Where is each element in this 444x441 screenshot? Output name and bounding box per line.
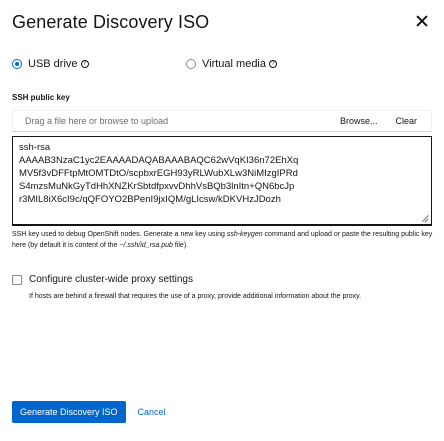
browse-button[interactable]: Browse...: [331, 116, 387, 126]
modal-footer: Generate Discovery ISO Cancel: [12, 401, 166, 423]
key-line: ssh-rsa: [19, 142, 51, 153]
clear-button[interactable]: Clear: [386, 116, 431, 126]
helper-text-part: file).: [172, 242, 189, 249]
key-line: MV5f3vDFFtpMtOMTDtO/scpbxrEGH93yRLWubXLw…: [19, 168, 298, 179]
proxy-checkbox-label: Configure cluster-wide proxy settings: [29, 274, 193, 285]
usb-drive-label: USB drive: [28, 58, 78, 70]
proxy-description: If hosts are behind a firewall that requ…: [29, 293, 362, 300]
helper-text-part: SSH key used to debug OpenShift nodes. G…: [12, 231, 227, 238]
virtual-media-label: Virtual media: [202, 58, 266, 70]
help-icon[interactable]: ?: [269, 60, 277, 68]
usb-drive-option[interactable]: USB drive ?: [12, 58, 89, 70]
ssh-file-upload[interactable]: Drag a file here or browse to upload Bro…: [12, 110, 432, 132]
virtual-media-radio[interactable]: [186, 59, 196, 69]
key-line: AAAAB3NzaC1yc2EAAAADAQABAAABAQC62wVqKI36…: [19, 155, 299, 166]
ssh-helper-text: SSH key used to debug OpenShift nodes. G…: [12, 229, 437, 251]
upload-placeholder[interactable]: Drag a file here or browse to upload: [13, 116, 331, 126]
ssh-key-textarea[interactable]: ssh-rsa AAAAB3NzaC1yc2EAAAADAQABAAABAQC6…: [12, 136, 432, 226]
virtual-media-option[interactable]: Virtual media ?: [186, 58, 277, 70]
key-line: r3MIL8iX6cI9c/qQFOYO2BPenI9jxIQM/gLIcsw/…: [19, 194, 281, 205]
proxy-option[interactable]: Configure cluster-wide proxy settings: [12, 274, 193, 285]
helper-command: ssh-keygen: [226, 231, 263, 238]
proxy-checkbox[interactable]: [12, 274, 22, 285]
key-line: S4mzsMuNkGyTdHhXNZKrSbtdfpxvvDhhVsBQb3ln…: [19, 181, 295, 192]
close-icon[interactable]: [415, 14, 429, 28]
usb-drive-radio[interactable]: [12, 59, 22, 69]
cancel-button[interactable]: Cancel: [138, 407, 166, 417]
generate-iso-button[interactable]: Generate Discovery ISO: [12, 401, 126, 423]
modal-title: Generate Discovery ISO: [12, 12, 210, 32]
resize-handle-icon[interactable]: [421, 214, 429, 222]
help-icon[interactable]: ?: [80, 60, 89, 68]
ssh-section-label: SSH public key: [12, 93, 70, 102]
generate-iso-modal: Generate Discovery ISO USB drive ? Virtu…: [0, 0, 444, 441]
helper-path: ~/.ssh/id_rsa.pub: [119, 242, 173, 249]
